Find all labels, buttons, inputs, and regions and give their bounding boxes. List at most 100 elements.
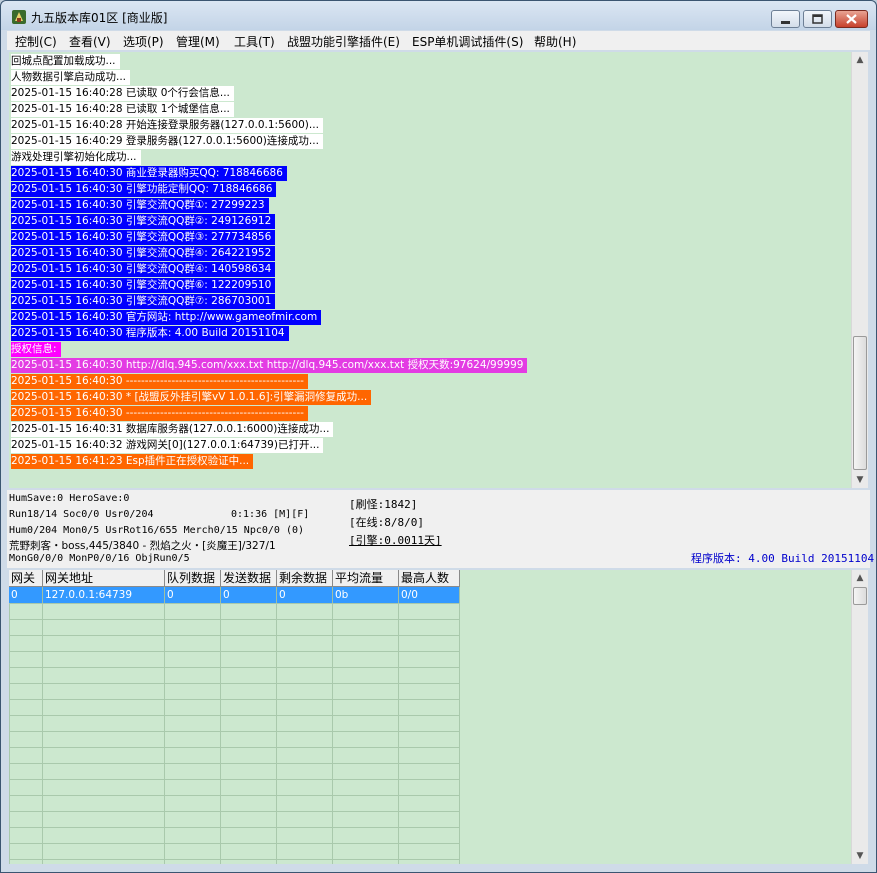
log-line: 2025-01-15 16:40:29 登录服务器(127.0.0.1:5600… — [11, 134, 323, 149]
table-cell: 127.0.0.1:64739 — [43, 587, 165, 603]
status-engine: [引擎:0.0011天] — [349, 534, 442, 547]
minimize-button[interactable] — [771, 10, 800, 28]
grid-line — [220, 587, 221, 864]
column-header[interactable]: 平均流量 — [333, 570, 399, 587]
grid-line — [42, 587, 43, 864]
status-uptime: 0:1:36 [M][F] — [231, 509, 310, 520]
minimize-icon — [781, 21, 790, 24]
log-line: 2025-01-15 16:40:30 --------------------… — [11, 406, 308, 421]
column-header[interactable]: 最高人数 — [399, 570, 460, 587]
log-line: 2025-01-15 16:40:28 已读取 0个行会信息... — [11, 86, 234, 101]
title-bar[interactable]: 九五版本库01区 [商业版] — [1, 1, 876, 30]
table-scroll-thumb[interactable] — [853, 587, 867, 605]
log-line: 2025-01-15 16:40:28 已读取 1个城堡信息... — [11, 102, 234, 117]
scroll-up-icon[interactable]: ▲ — [852, 52, 868, 68]
table-cell: 0b — [333, 587, 399, 603]
grid-line — [9, 859, 460, 860]
grid-line — [398, 587, 399, 864]
table-cell: 0 — [221, 587, 277, 603]
log-line: 2025-01-15 16:40:30 引擎交流QQ群④: 264221952 — [11, 246, 276, 261]
status-monsters: MonG0/0/0 MonP0/0/16 ObjRun0/5 — [9, 553, 190, 564]
log-line: 2025-01-15 16:40:31 数据库服务器(127.0.0.1:600… — [11, 422, 334, 437]
status-boss: 荒野刺客・boss,445/3840 - 烈焰之火・[炎魔王]/327/1 — [9, 540, 276, 552]
scroll-up-icon[interactable]: ▲ — [852, 570, 868, 586]
grid-line — [9, 827, 460, 828]
log-line: 2025-01-15 16:41:23 Esp插件正在授权验证中... — [11, 454, 254, 469]
log-line: 2025-01-15 16:40:30 * [战盟反外挂引擎vV 1.0.1.6… — [11, 390, 372, 405]
scroll-down-icon[interactable]: ▼ — [852, 848, 868, 864]
log-line: 2025-01-15 16:40:30 商业登录器购买QQ: 718846686 — [11, 166, 287, 181]
column-header[interactable]: 剩余数据 — [277, 570, 333, 587]
menu-view[interactable]: 查看(V) — [69, 33, 111, 50]
log-line: 游戏处理引擎初始化成功... — [11, 150, 141, 165]
status-run: Run18/14 Soc0/0 Usr0/204 — [9, 509, 154, 520]
table-cell: 0 — [165, 587, 221, 603]
grid-line — [9, 747, 460, 748]
grid-line — [9, 795, 460, 796]
scroll-down-icon[interactable]: ▼ — [852, 472, 868, 488]
grid-line — [9, 731, 460, 732]
grid-line — [9, 699, 460, 700]
grid-line — [9, 763, 460, 764]
grid-line — [9, 811, 460, 812]
app-icon[interactable] — [11, 9, 27, 25]
grid-line — [164, 587, 165, 864]
grid-line — [9, 715, 460, 716]
column-header[interactable]: 网关 — [9, 570, 43, 587]
log-panel[interactable]: 回城点配置加载成功... 人物数据引擎启动成功... 2025-01-15 16:4… — [9, 52, 852, 488]
gateway-table: 网关 网关地址 队列数据 发送数据 剩余数据 平均流量 最高人数 0 127.0.0.1:647… — [9, 570, 852, 864]
main-window: 九五版本库01区 [商业版] 控制(C) 查看(V) 选项(P) 管理(M) 工… — [0, 0, 877, 873]
grid-line — [9, 843, 460, 844]
grid-line — [9, 779, 460, 780]
grid-line — [9, 619, 460, 620]
status-version: 程序版本: 4.00 Build 20151104 — [691, 552, 875, 565]
menu-control[interactable]: 控制(C) — [15, 33, 57, 50]
log-line: 2025-01-15 16:40:30 程序版本: 4.00 Build 201… — [11, 326, 289, 341]
table-cell: 0 — [9, 587, 43, 603]
table-cell: 0/0 — [399, 587, 460, 603]
grid-line — [9, 587, 10, 864]
grid-line — [9, 651, 460, 652]
log-line: 2025-01-15 16:40:32 游戏网关[0](127.0.0.1:64… — [11, 438, 324, 453]
menu-manage[interactable]: 管理(M) — [176, 33, 220, 50]
log-line: 2025-01-15 16:40:30 引擎功能定制QQ: 718846686 — [11, 182, 277, 197]
log-line: 2025-01-15 16:40:30 http://dlq.945.com/x… — [11, 358, 528, 373]
status-panel: HumSave:0 HeroSave:0 Run18/14 Soc0/0 Usr… — [7, 490, 874, 568]
column-header[interactable]: 发送数据 — [221, 570, 277, 587]
menu-alliance-plugin[interactable]: 战盟功能引擎插件(E) — [287, 33, 400, 50]
log-line: 2025-01-15 16:40:30 引擎交流QQ群⑥: 122209510 — [11, 278, 276, 293]
menu-tools[interactable]: 工具(T) — [234, 33, 275, 50]
grid-line — [276, 587, 277, 864]
window-title: 九五版本库01区 [商业版] — [31, 11, 168, 25]
column-header[interactable]: 队列数据 — [165, 570, 221, 587]
close-button[interactable] — [835, 10, 868, 28]
menu-options[interactable]: 选项(P) — [123, 33, 164, 50]
menu-bar: 控制(C) 查看(V) 选项(P) 管理(M) 工具(T) 战盟功能引擎插件(E… — [7, 31, 870, 50]
table-cell: 0 — [277, 587, 333, 603]
maximize-icon — [812, 14, 823, 24]
table-scrollbar[interactable]: ▲ ▼ — [851, 570, 868, 864]
maximize-button[interactable] — [803, 10, 832, 28]
grid-line — [9, 667, 460, 668]
menu-help[interactable]: 帮助(H) — [534, 33, 576, 50]
log-scrollbar[interactable]: ▲ ▼ — [851, 52, 868, 488]
log-line: 2025-01-15 16:40:28 开始连接登录服务器(127.0.0.1:… — [11, 118, 323, 133]
log-line: 2025-01-15 16:40:30 引擎交流QQ群④: 140598634 — [11, 262, 276, 277]
log-line: 2025-01-15 16:40:30 官方网站: http://www.gam… — [11, 310, 322, 325]
grid-line — [9, 603, 460, 604]
grid-line — [332, 587, 333, 864]
log-line: 2025-01-15 16:40:30 引擎交流QQ群③: 277734856 — [11, 230, 276, 245]
table-row[interactable]: 0 127.0.0.1:64739 0 0 0 0b 0/0 — [9, 587, 460, 603]
log-line: 2025-01-15 16:40:30 引擎交流QQ群②: 249126912 — [11, 214, 276, 229]
status-counts: Hum0/204 Mon0/5 UsrRot16/655 Merch0/15 N… — [9, 525, 305, 536]
close-icon — [846, 14, 857, 24]
menu-esp-plugin[interactable]: ESP单机调试插件(S) — [412, 33, 523, 50]
column-header[interactable]: 网关地址 — [43, 570, 165, 587]
grid-line — [9, 683, 460, 684]
log-line: 2025-01-15 16:40:30 引擎交流QQ群①: 27299223 — [11, 198, 269, 213]
log-line: 回城点配置加载成功... — [11, 54, 120, 69]
status-online: [在线:8/8/0] — [349, 516, 424, 529]
log-scroll-thumb[interactable] — [853, 336, 867, 470]
log-line: 授权信息: — [11, 342, 61, 357]
log-line: 2025-01-15 16:40:30 引擎交流QQ群⑦: 286703001 — [11, 294, 276, 309]
